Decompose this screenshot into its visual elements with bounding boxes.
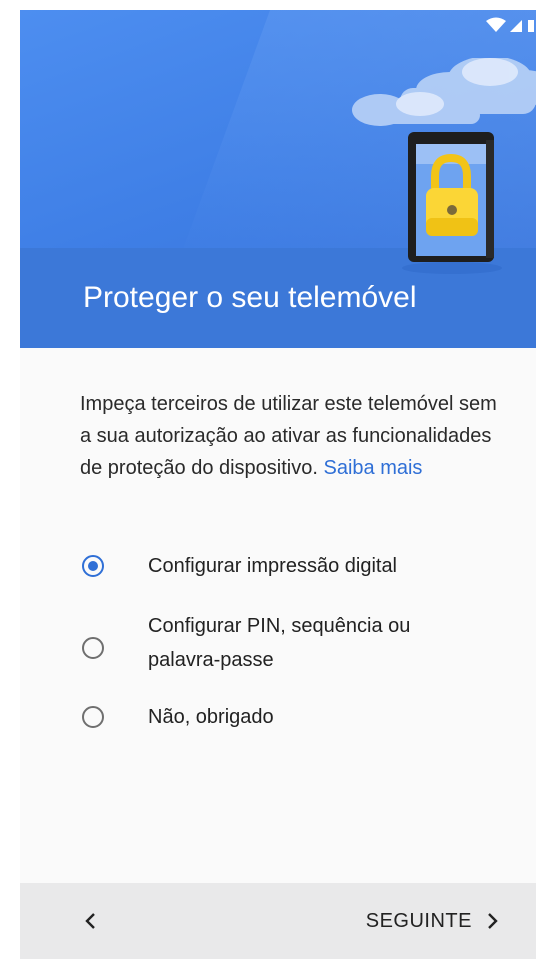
wifi-icon: [486, 17, 506, 32]
back-button[interactable]: [76, 905, 106, 937]
phone-lock-illustration: [352, 58, 536, 274]
description-text: Impeça terceiros de utilizar este telemó…: [80, 388, 500, 484]
radio-button-checked[interactable]: [82, 555, 104, 577]
option-label: Não, obrigado: [148, 706, 274, 728]
page-title: Proteger o seu telemóvel: [83, 281, 417, 314]
battery-icon: [528, 20, 534, 32]
option-label: Configurar PIN, sequência ou palavra-pas…: [148, 615, 411, 671]
radio-button[interactable]: [82, 637, 104, 659]
learn-more-link[interactable]: Saiba mais: [324, 457, 423, 479]
navigation-bar: SEGUINTE: [20, 883, 536, 959]
next-button-label: SEGUINTE: [365, 909, 472, 932]
setup-screen: Proteger o seu telemóvel Impeça terceiro…: [20, 10, 536, 959]
signal-icon: [510, 20, 522, 32]
option-label: Configurar impressão digital: [148, 555, 398, 577]
next-button[interactable]: SEGUINTE: [366, 905, 500, 937]
description-body: Impeça terceiros de utilizar este telemó…: [80, 393, 497, 479]
chevron-right-icon: [488, 913, 498, 929]
status-bar: [456, 10, 536, 40]
chevron-left-icon: [85, 913, 95, 929]
radio-button[interactable]: [82, 706, 104, 728]
